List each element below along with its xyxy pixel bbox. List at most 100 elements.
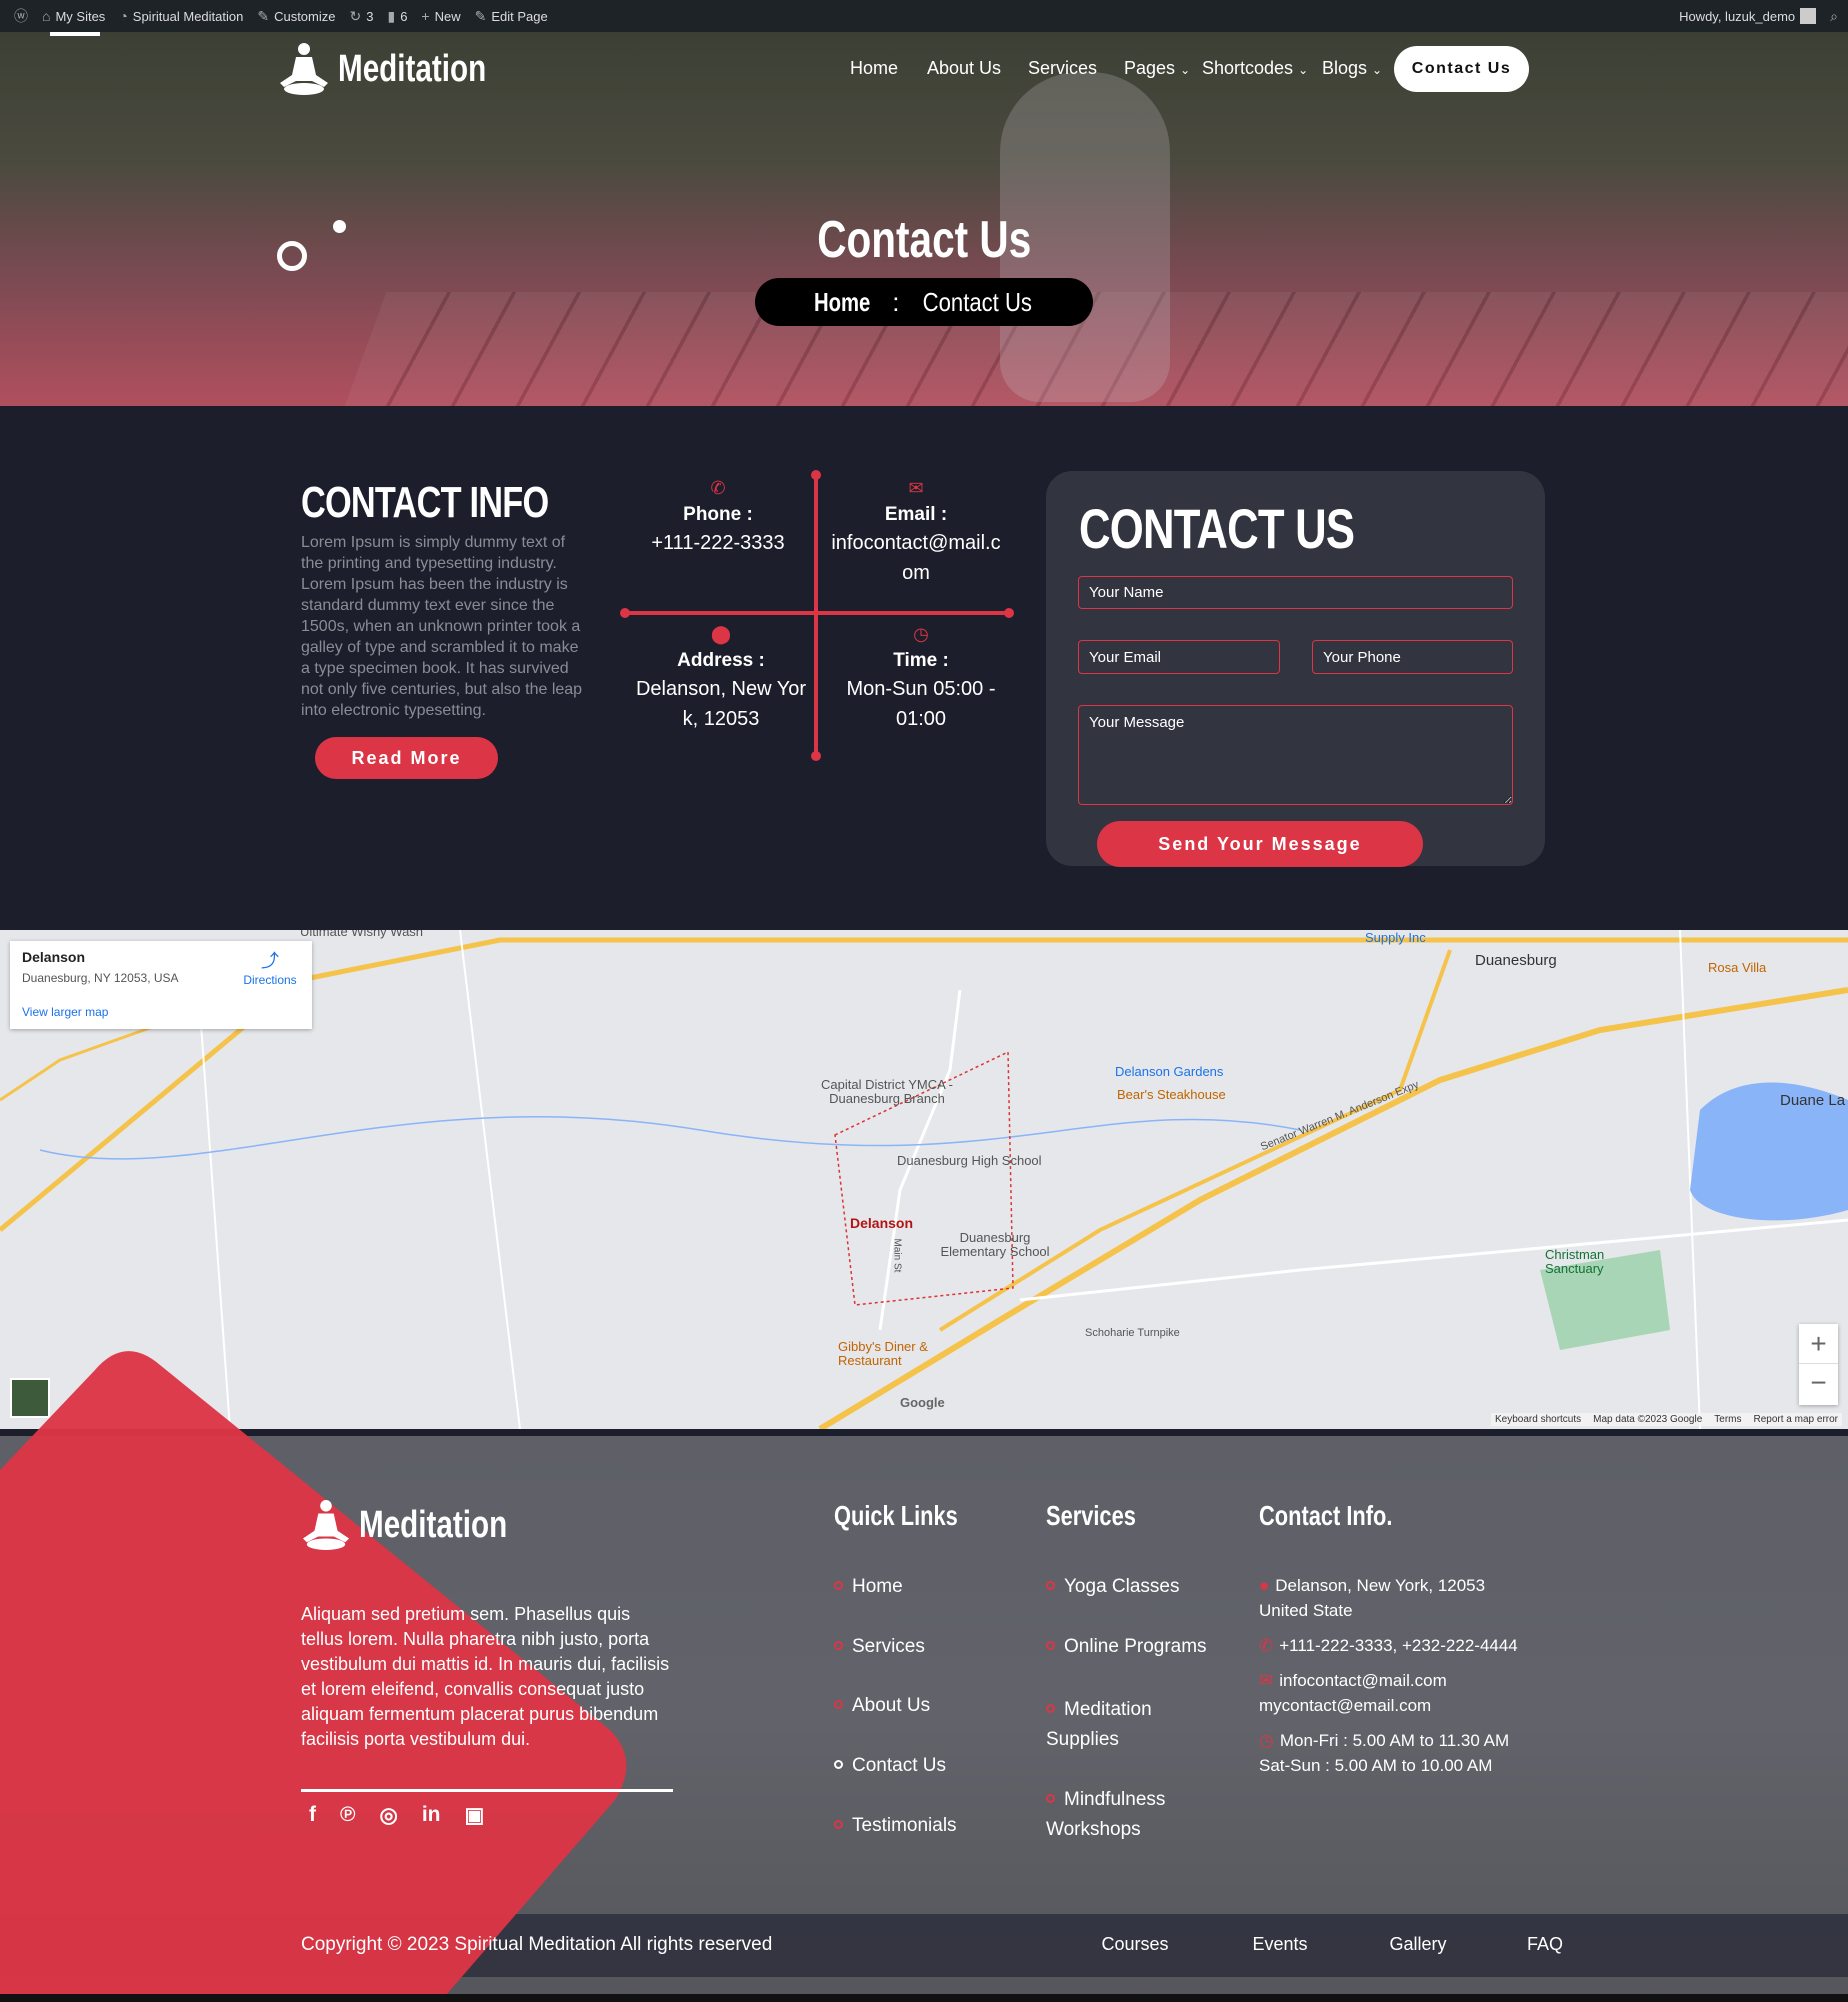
page-bottom-strip — [0, 1994, 1848, 2002]
footer-link-contact-us[interactable]: Contact Us — [834, 1755, 946, 1777]
youtube-icon[interactable]: ▣ — [464, 1803, 484, 1828]
phone-icon: ✆ — [710, 478, 726, 498]
breadcrumb: Home : Contact Us — [755, 278, 1093, 326]
map-pin-icon: ⬤ — [710, 624, 732, 644]
contact-info-heading: CONTACT INFO — [301, 478, 549, 527]
dashboard-icon: ◔ — [119, 8, 128, 24]
contact-info-text: Lorem Ipsum is simply dummy text of the … — [301, 534, 583, 719]
footer-divider — [301, 1789, 673, 1792]
send-message-button[interactable]: Send Your Message — [1097, 821, 1423, 867]
admin-customize[interactable]: ✎ Customize — [257, 8, 335, 25]
comment-icon: ▮ — [387, 7, 396, 24]
footer-service-online[interactable]: Online Programs — [1046, 1636, 1207, 1658]
footer-link-services[interactable]: Services — [834, 1636, 925, 1658]
nav-home[interactable]: Home — [850, 58, 898, 79]
plus-icon: + — [421, 8, 430, 24]
meditation-figure-icon — [280, 43, 328, 95]
footer-link-about-us[interactable]: About Us — [834, 1695, 930, 1717]
pencil-icon: ✎ — [474, 7, 487, 24]
bottom-link-courses[interactable]: Courses — [1101, 1934, 1168, 1955]
services-heading: Services — [1046, 1500, 1136, 1531]
bottom-link-events[interactable]: Events — [1252, 1934, 1307, 1955]
quick-links-heading: Quick Links — [834, 1500, 958, 1531]
wordpress-logo-icon[interactable]: ⓦ — [14, 6, 28, 26]
footer-logo: Meditation — [301, 1498, 549, 1552]
map-info-card: Delanson Duanesburg, NY 12053, USA ⤴ Dir… — [10, 941, 312, 1029]
directions-link[interactable]: ⤴ Directions — [235, 947, 305, 987]
bottom-link-gallery[interactable]: Gallery — [1389, 1934, 1446, 1955]
admin-account[interactable]: Howdy, luzuk_demo — [1679, 8, 1817, 24]
phone-cell: ✆ Phone : +111-222-3333 — [623, 478, 813, 558]
read-more-button[interactable]: Read More — [315, 737, 498, 779]
view-larger-map-link[interactable]: View larger map — [22, 1005, 108, 1019]
clock-icon: ◷ — [913, 624, 929, 644]
breadcrumb-home[interactable]: Home — [814, 287, 870, 318]
admin-comments[interactable]: ▮ 6 — [387, 8, 407, 25]
admin-my-sites[interactable]: ⌂ My Sites — [42, 8, 105, 24]
chevron-down-icon: ⌄ — [1298, 63, 1309, 77]
chevron-down-icon: ⌄ — [1180, 63, 1191, 77]
wp-admin-bar: ⓦ ⌂ My Sites ◔ Spiritual Meditation ✎ Custo… — [0, 0, 1848, 32]
instagram-icon[interactable]: ◎ — [379, 1803, 397, 1828]
cross-divider-horizontal — [624, 611, 1009, 615]
footer-link-testimonials[interactable]: Testimonials — [834, 1815, 957, 1837]
admin-updates[interactable]: ↻ 3 — [350, 8, 374, 25]
name-input[interactable] — [1078, 576, 1513, 609]
search-icon[interactable]: ⌕ — [1830, 8, 1838, 25]
admin-new[interactable]: + New — [421, 8, 460, 24]
contact-info-footer-heading: Contact Info. — [1259, 1500, 1393, 1531]
phone-input[interactable] — [1312, 640, 1513, 674]
copyright: Copyright © 2023 Spiritual Meditation Al… — [301, 1934, 773, 1955]
nav-blogs[interactable]: Blogs ⌄ — [1322, 58, 1382, 79]
map-pin-icon: ● — [1259, 1576, 1270, 1595]
pinterest-icon[interactable]: ℗ — [340, 1803, 355, 1828]
clock-icon: ◷ — [1259, 1731, 1274, 1750]
refresh-icon: ↻ — [349, 7, 362, 24]
header-contact-button[interactable]: Contact Us — [1394, 46, 1529, 92]
map-satellite-toggle[interactable] — [10, 1378, 50, 1418]
footer-email: ✉ infocontact@mail.com mycontact@email.com — [1259, 1671, 1447, 1715]
email-input[interactable] — [1078, 640, 1280, 674]
nav-about-us[interactable]: About Us — [927, 58, 1001, 79]
envelope-icon: ✉ — [1259, 1671, 1274, 1690]
nav-shortcodes[interactable]: Shortcodes ⌄ — [1202, 58, 1308, 79]
nav-pages[interactable]: Pages ⌄ — [1124, 58, 1190, 79]
breadcrumb-current: Contact Us — [923, 286, 1033, 317]
footer-service-supplies[interactable]: Meditation Supplies — [1046, 1695, 1196, 1755]
form-heading: CONTACT US — [1079, 497, 1355, 560]
footer-hours: ◷ Mon-Fri : 5.00 AM to 11.30 AM Sat-Sun : … — [1259, 1731, 1510, 1775]
zoom-in-button[interactable]: + — [1799, 1324, 1838, 1364]
brush-icon: ✎ — [257, 7, 270, 24]
footer-service-workshops[interactable]: Mindfulness Workshops — [1046, 1785, 1196, 1845]
footer-bottom-bar — [0, 1914, 1848, 1977]
site-logo[interactable]: Meditation — [278, 41, 528, 97]
google-logo: Google — [900, 1395, 945, 1410]
directions-icon: ⤴ — [261, 951, 279, 971]
email-cell: ✉ Email : infocontact@mail.com — [821, 478, 1011, 588]
sites-icon: ⌂ — [42, 8, 51, 24]
facebook-icon[interactable]: f — [309, 1803, 316, 1828]
zoom-out-button[interactable]: − — [1799, 1364, 1838, 1404]
chevron-down-icon: ⌄ — [1372, 63, 1383, 77]
phone-icon: ✆ — [1259, 1636, 1274, 1655]
message-textarea[interactable] — [1078, 705, 1513, 805]
footer-about-text: Aliquam sed pretium sem. Phasellus quis … — [301, 1604, 670, 1749]
admin-edit-page[interactable]: ✎ Edit Page — [475, 8, 548, 25]
map-attribution: Keyboard shortcuts Map data ©2023 Google… — [1490, 1413, 1842, 1426]
time-cell: ◷ Time : Mon-Sun 05:00 - 01:00 — [826, 624, 1016, 734]
social-links: f ℗ ◎ in ▣ — [309, 1803, 484, 1828]
footer-phone: ✆ +111-222-3333, +232-222-4444 — [1259, 1636, 1518, 1655]
avatar — [1800, 8, 1817, 24]
nav-services[interactable]: Services — [1028, 58, 1097, 79]
envelope-icon: ✉ — [908, 478, 924, 498]
footer-link-home[interactable]: Home — [834, 1576, 903, 1598]
meditation-figure-icon — [302, 1500, 350, 1550]
linkedin-icon[interactable]: in — [422, 1803, 441, 1828]
footer-service-yoga[interactable]: Yoga Classes — [1046, 1576, 1179, 1598]
admin-site-name[interactable]: ◔ Spiritual Meditation — [119, 8, 243, 24]
map-zoom-controls: + − — [1799, 1324, 1838, 1405]
page-title: Contact Us — [816, 211, 1032, 269]
footer-address: ● Delanson, New York, 12053 United State — [1259, 1576, 1486, 1620]
bottom-link-faq[interactable]: FAQ — [1527, 1934, 1563, 1955]
address-cell: ⬤ Address : Delanson, New York, 12053 — [626, 624, 816, 734]
